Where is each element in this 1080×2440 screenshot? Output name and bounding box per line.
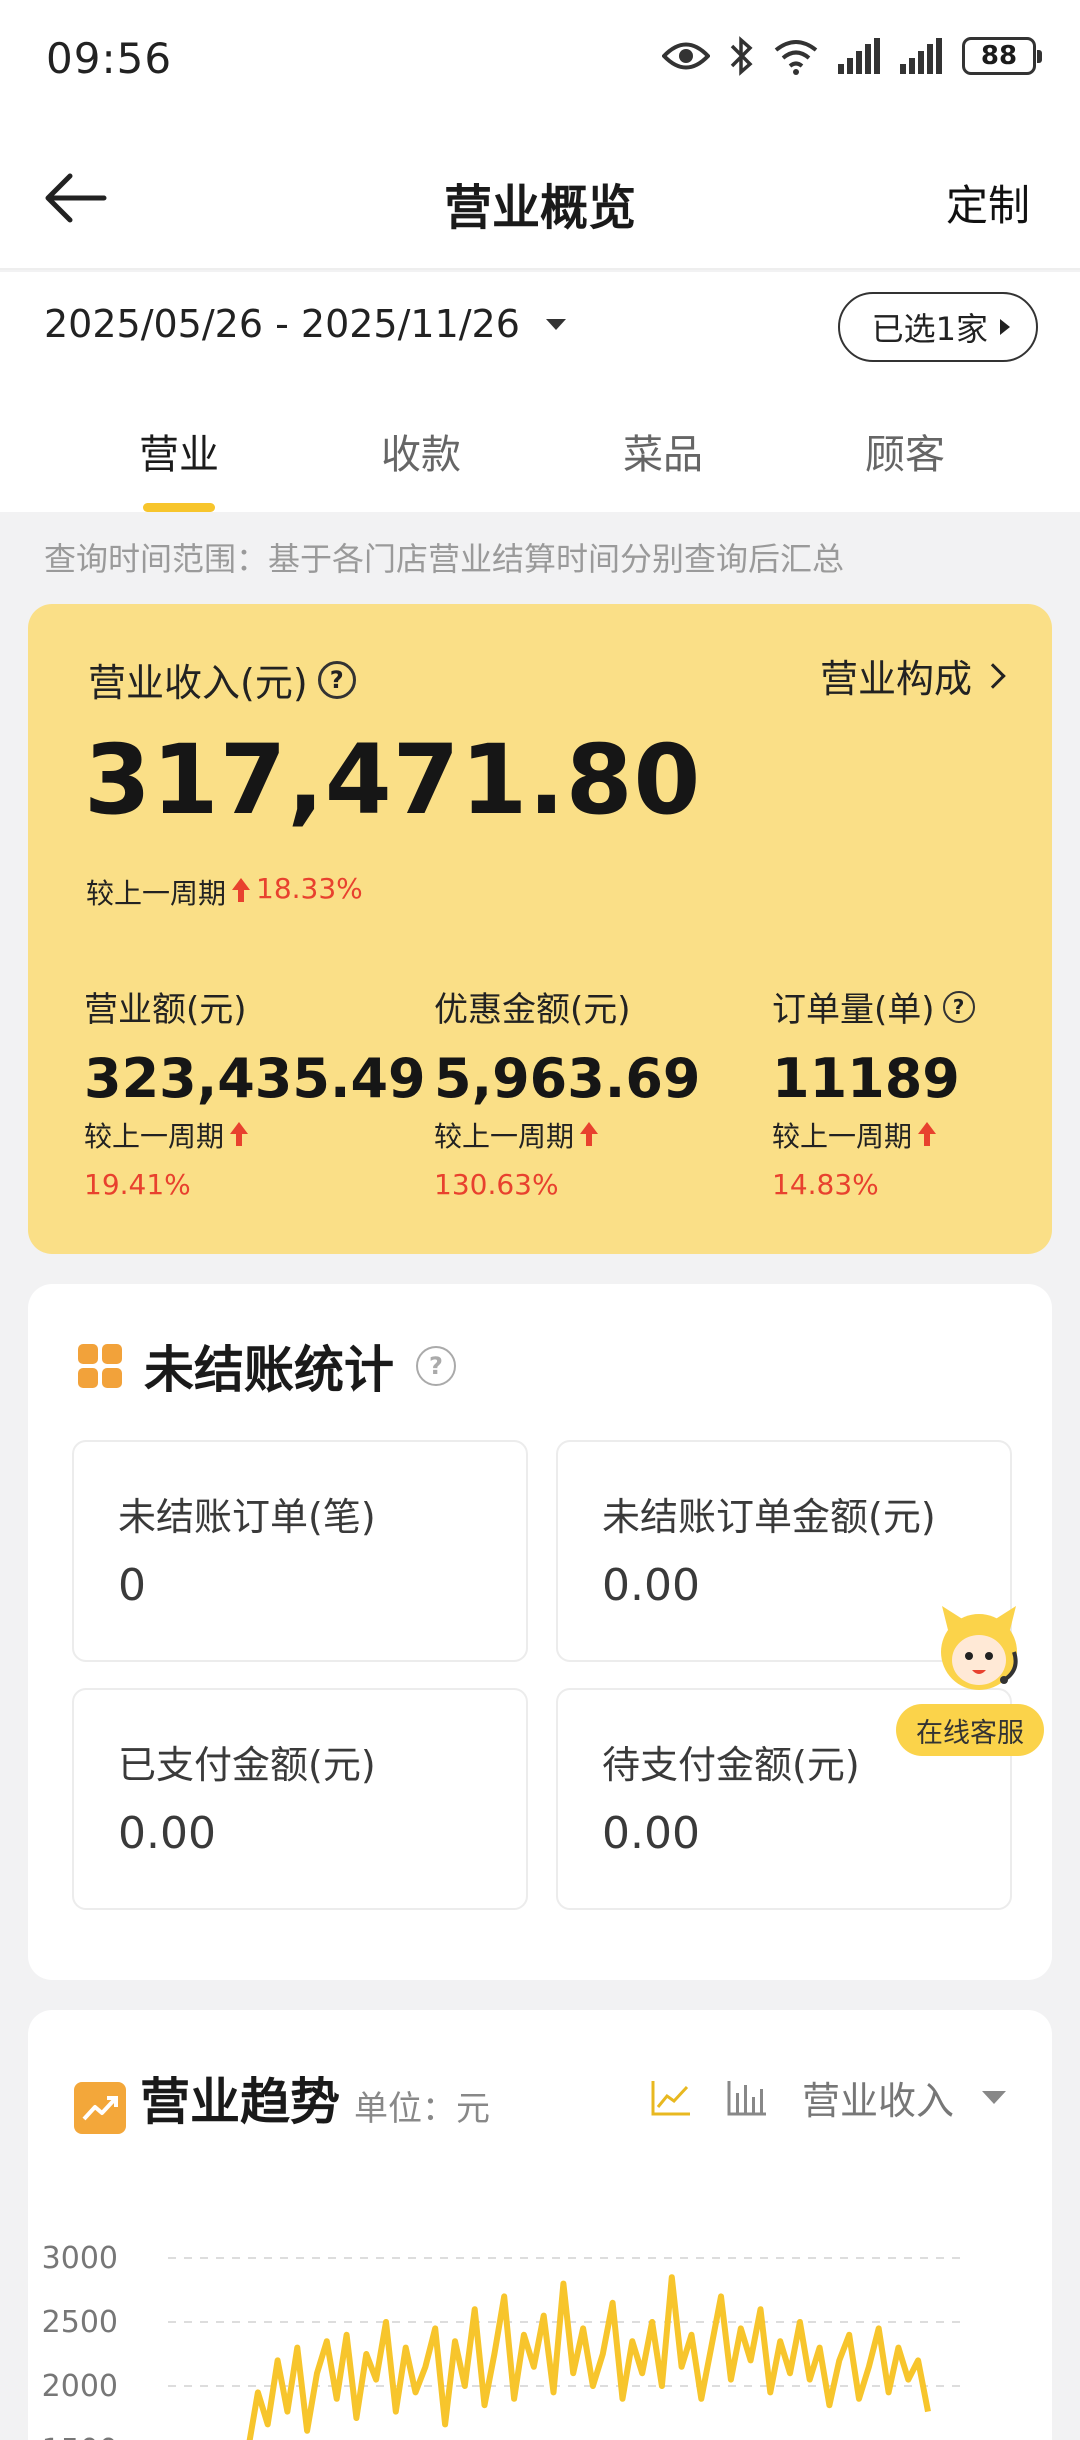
metric-value: 5,963.69: [434, 1047, 701, 1110]
nav-bar: 营业概览 定制: [0, 120, 1080, 270]
caret-down-icon: [545, 318, 566, 330]
trend-tools: 营业收入: [650, 2070, 1006, 2125]
section-title: 未结账统计: [144, 1341, 394, 1399]
revenue-breakdown-label: 营业构成: [819, 657, 972, 701]
arrow-up-icon: [232, 878, 251, 902]
compare-value: 19.41%: [84, 1168, 191, 1201]
tab-dishes[interactable]: 菜品: [542, 414, 784, 512]
store-selector-button[interactable]: 已选1家: [837, 292, 1038, 362]
caret-down-icon: [982, 2091, 1006, 2104]
eye-icon: [662, 42, 710, 70]
y-tick-label: 2000: [42, 2369, 118, 2404]
metric-orders: 订单量(单) ? 11189 较上一周期 14.83%: [772, 982, 1042, 1206]
revenue-title-text: 营业收入(元): [88, 661, 308, 705]
metric-select[interactable]: 营业收入: [802, 2070, 1006, 2125]
chevron-right-icon: [980, 662, 1006, 689]
bar-chart-icon[interactable]: [726, 2079, 768, 2117]
revenue-amount: 317,471.80: [84, 724, 702, 836]
stat-value: 0: [118, 1560, 146, 1611]
metric-label: 营业额(元): [84, 982, 426, 1031]
status-bar: 09:56 88: [0, 0, 1080, 120]
tab-payment[interactable]: 收款: [300, 414, 542, 512]
y-tick-label: 2500: [42, 2305, 118, 2340]
compare-label: 较上一周期: [772, 1120, 913, 1153]
status-icons: 88: [662, 36, 1042, 76]
wifi-icon: [774, 40, 818, 75]
metric-compare: 较上一周期 19.41%: [84, 1116, 354, 1206]
help-icon[interactable]: ?: [942, 990, 975, 1023]
section-header: 未结账统计 ?: [78, 1330, 456, 1402]
compare-label: 较上一周期: [84, 1120, 225, 1153]
status-time: 09:56: [46, 34, 173, 83]
tab-business[interactable]: 营业: [58, 414, 300, 512]
section-title: 营业趋势: [140, 2073, 340, 2131]
stat-label: 待支付金额(元): [602, 1743, 860, 1787]
stat-label: 未结账订单(笔): [118, 1495, 376, 1539]
help-icon[interactable]: ?: [317, 660, 356, 699]
revenue-card: 营业收入(元) ? 营业构成 317,471.80 较上一周期 18.33% 营…: [28, 604, 1052, 1254]
store-selector-label: 已选1家: [871, 310, 988, 348]
metric-discount: 优惠金额(元) 5,963.69 较上一周期 130.63%: [434, 982, 704, 1206]
signal-icon: [838, 38, 880, 74]
revenue-compare: 较上一周期 18.33%: [86, 872, 363, 912]
filter-bar: 2025/05/26 - 2025/11/26 已选1家 营业 收款 菜品 顾客: [0, 272, 1080, 512]
service-avatar-icon: [941, 1606, 1018, 1690]
trend-icon: [74, 2082, 126, 2134]
unit-label: 单位：元: [354, 2089, 490, 2129]
stat-label: 已支付金额(元): [118, 1743, 376, 1787]
metric-label-text: 订单量(单): [772, 990, 935, 1030]
metric-compare: 较上一周期 130.63%: [434, 1116, 704, 1206]
compare-value: 18.33%: [256, 872, 363, 905]
y-tick-label: 1500: [42, 2433, 118, 2440]
y-tick-label: 3000: [42, 2241, 118, 2276]
metric-value: 323,435.49: [84, 1047, 426, 1110]
signal-icon-2: [900, 38, 942, 74]
help-icon[interactable]: ?: [416, 1346, 456, 1386]
revenue-title: 营业收入(元) ?: [88, 652, 356, 707]
stat-label: 未结账订单金额(元): [602, 1495, 936, 1539]
metric-label-text: 营业额(元): [84, 990, 247, 1030]
metric-label-text: 优惠金额(元): [434, 990, 631, 1030]
date-range-text: 2025/05/26 - 2025/11/26: [44, 302, 520, 346]
arrow-up-icon: [230, 1122, 249, 1146]
metric-label: 优惠金额(元): [434, 982, 704, 1031]
trend-card: 营业趋势 单位：元 营业收入 3000 2500 2000 1500: [28, 2010, 1052, 2440]
battery-level: 88: [980, 41, 1018, 71]
online-service-button[interactable]: 在线客服: [896, 1600, 1046, 1760]
arrow-up-icon: [580, 1122, 599, 1146]
grid-icon: [78, 1344, 122, 1388]
revenue-breakdown-link[interactable]: 营业构成: [819, 648, 1006, 703]
stat-value: 0.00: [118, 1808, 216, 1859]
metric-compare: 较上一周期 14.83%: [772, 1116, 1042, 1206]
stat-value: 0.00: [602, 1808, 700, 1859]
compare-value: 130.63%: [434, 1168, 559, 1201]
compare-value: 14.83%: [772, 1168, 879, 1201]
stat-box-unsettled-orders: 未结账订单(笔) 0: [72, 1440, 528, 1662]
stat-box-paid-amount: 已支付金额(元) 0.00: [72, 1688, 528, 1910]
date-range-picker[interactable]: 2025/05/26 - 2025/11/26: [44, 302, 566, 346]
triangle-right-icon: [1000, 319, 1010, 335]
customize-button[interactable]: 定制: [946, 172, 1030, 233]
service-label: 在线客服: [896, 1704, 1044, 1756]
metric-label: 订单量(单) ?: [772, 982, 1042, 1031]
line-chart-icon[interactable]: [650, 2079, 692, 2117]
series-line: [246, 2274, 931, 2440]
compare-label: 较上一周期: [434, 1120, 575, 1153]
stat-value: 0.00: [602, 1560, 700, 1611]
metric-turnover: 营业额(元) 323,435.49 较上一周期 19.41%: [84, 982, 426, 1206]
section-header: 营业趋势 单位：元: [74, 2062, 490, 2134]
metric-value: 11189: [772, 1047, 960, 1110]
compare-label: 较上一周期: [86, 877, 227, 910]
tab-customers[interactable]: 顾客: [784, 414, 1026, 512]
metric-select-value: 营业收入: [801, 2079, 954, 2123]
page-title: 营业概览: [443, 180, 636, 236]
trend-chart: 3000 2500 2000 1500: [42, 2241, 960, 2440]
tab-bar: 营业 收款 菜品 顾客: [0, 414, 1080, 512]
arrow-up-icon: [918, 1122, 937, 1146]
query-range-note: 查询时间范围：基于各门店营业结算时间分别查询后汇总: [44, 540, 845, 578]
battery-indicator: 88: [962, 37, 1042, 75]
bluetooth-icon: [730, 36, 753, 76]
